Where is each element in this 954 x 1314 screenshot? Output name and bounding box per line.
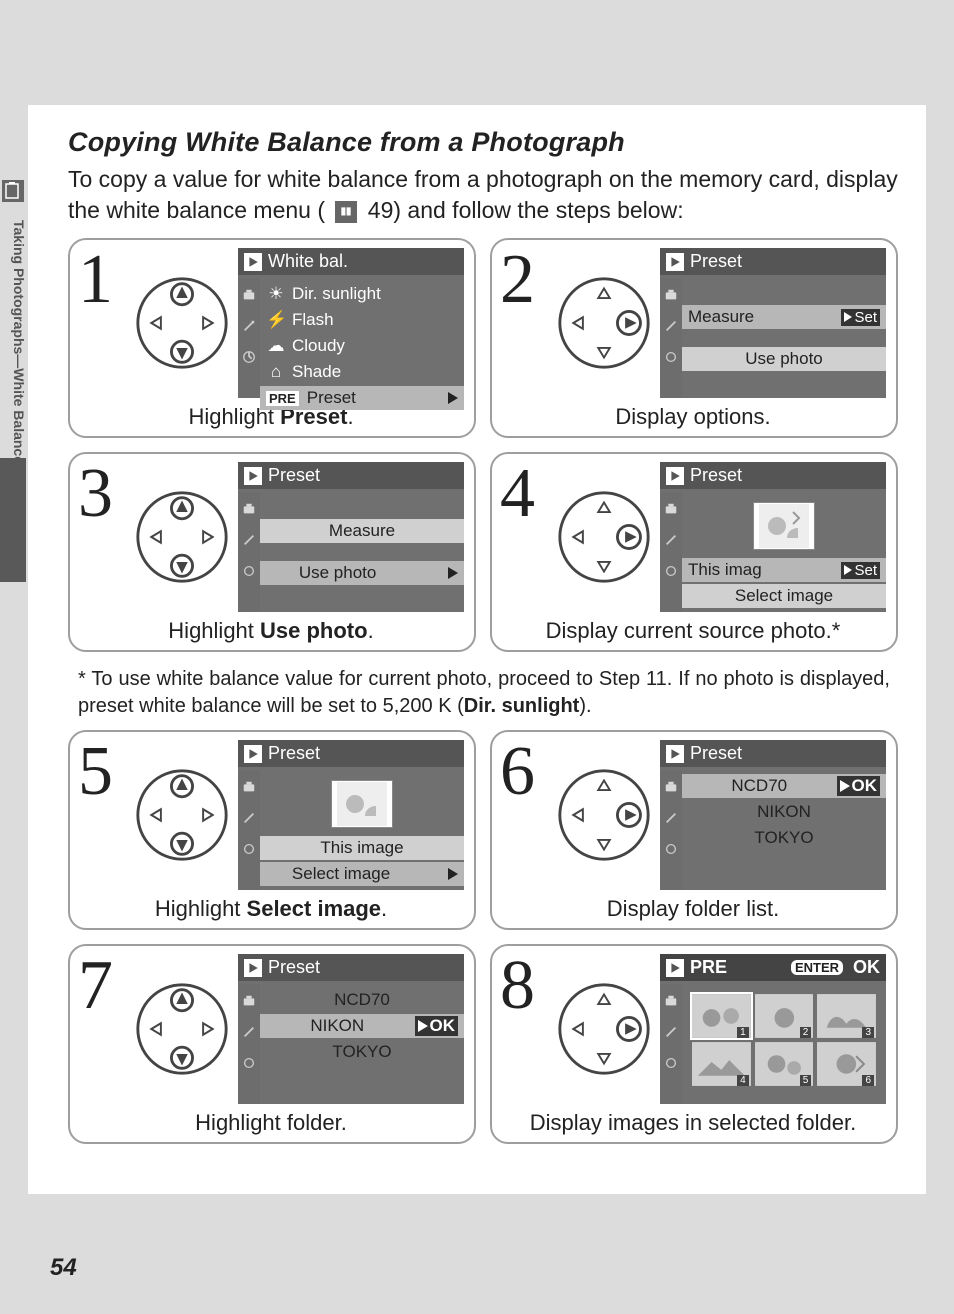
page-number: 54 xyxy=(50,1254,77,1282)
section-title: Copying White Balance from a Photograph xyxy=(68,127,898,158)
step-caption: Display images in selected folder. xyxy=(500,1110,886,1136)
folder-item: NCD70 OK xyxy=(682,774,886,798)
folder-item: TOKYO xyxy=(682,826,886,850)
menu-item-use-photo: Use photo xyxy=(260,561,464,585)
thumb-tab xyxy=(0,458,26,582)
step-number: 7 xyxy=(78,954,126,1104)
enter-badge: ENTER xyxy=(791,960,843,975)
menu-item-select-image: Select image xyxy=(682,584,886,608)
dpad-right-icon xyxy=(556,248,652,398)
step-panel-7: 7 Preset xyxy=(68,944,476,1144)
menu-item-preset: PRE Preset xyxy=(260,386,464,410)
step-number: 6 xyxy=(500,740,548,890)
step-caption: Highlight Select image. xyxy=(78,896,464,922)
play-icon xyxy=(244,253,262,271)
step-caption: Display folder list. xyxy=(500,896,886,922)
step-panel-4: 4 Preset xyxy=(490,452,898,652)
step-number: 3 xyxy=(78,462,126,612)
camera-screen: Preset Measure Use photo xyxy=(238,462,464,612)
camera-screen: Preset NCD70 OK NIKON TOKYO xyxy=(660,740,886,890)
step-caption: Highlight Use photo. xyxy=(78,618,464,644)
folder-item: TOKYO xyxy=(260,1040,464,1064)
step-caption: Highlight folder. xyxy=(78,1110,464,1136)
intro-text: To copy a value for white balance from a… xyxy=(68,164,898,226)
step-panel-1: 1 White bal. xyxy=(68,238,476,438)
dpad-updown-icon xyxy=(134,954,230,1104)
menu-tabs xyxy=(238,278,260,398)
camera-screen: Preset Measure Set Use photo xyxy=(660,248,886,398)
dpad-updown-icon xyxy=(134,740,230,890)
manual-page: Copying White Balance from a Photograph … xyxy=(28,105,926,1194)
dpad-updown-icon xyxy=(134,462,230,612)
menu-item-use-photo: Use photo xyxy=(682,347,886,371)
step-panel-2: 2 Preset xyxy=(490,238,898,438)
dpad-right-icon xyxy=(556,462,652,612)
camera-screen: Preset This image xyxy=(238,740,464,890)
step-caption: Display current source photo.* xyxy=(500,618,886,644)
step-number: 4 xyxy=(500,462,548,612)
chevron-right-icon xyxy=(448,392,458,404)
dpad-right-icon xyxy=(556,954,652,1104)
menu-item-this-image: This imag Set xyxy=(682,558,886,582)
camera-screen: White bal. ☀Dir. sunlight ⚡Flash ☁Cloudy… xyxy=(238,248,464,398)
folder-item: NCD70 xyxy=(260,988,464,1012)
thumbnail-grid: 1 2 3 4 5 6 xyxy=(686,988,882,1092)
dpad-updown-icon xyxy=(134,248,230,398)
folder-item: NIKON xyxy=(682,800,886,824)
menu-item-select-image: Select image xyxy=(260,862,464,886)
folder-item: NIKON OK xyxy=(260,1014,464,1038)
step-number: 8 xyxy=(500,954,548,1104)
camera-screen: Preset This imag Set xyxy=(660,462,886,612)
dpad-right-icon xyxy=(556,740,652,890)
step-panel-6: 6 Preset xyxy=(490,730,898,930)
menu-item-measure: Measure Set xyxy=(682,305,886,329)
thumbnail-photo xyxy=(753,502,815,550)
thumbnail-photo xyxy=(331,780,393,828)
chevron-right-icon xyxy=(448,567,458,579)
step-number: 2 xyxy=(500,248,548,398)
footnote: * To use white balance value for current… xyxy=(68,662,898,730)
menu-item-measure: Measure xyxy=(260,519,464,543)
svg-text:Taking Photographs—White Balan: Taking Photographs—White Balance xyxy=(11,220,27,464)
camera-screen: Preset NCD70 NIKON OK TOKYO xyxy=(238,954,464,1104)
step-number: 5 xyxy=(78,740,126,890)
step-panel-5: 5 Preset xyxy=(68,730,476,930)
camera-screen: PRE ENTER OK 1 2 3 4 xyxy=(660,954,886,1104)
step-caption: Display options. xyxy=(500,404,886,430)
menu-item-this-image: This image xyxy=(260,836,464,860)
step-panel-3: 3 Preset xyxy=(68,452,476,652)
book-icon xyxy=(335,201,357,223)
step-number: 1 xyxy=(78,248,126,398)
chevron-right-icon xyxy=(448,868,458,880)
step-panel-8: 8 PRE ENTER O xyxy=(490,944,898,1144)
